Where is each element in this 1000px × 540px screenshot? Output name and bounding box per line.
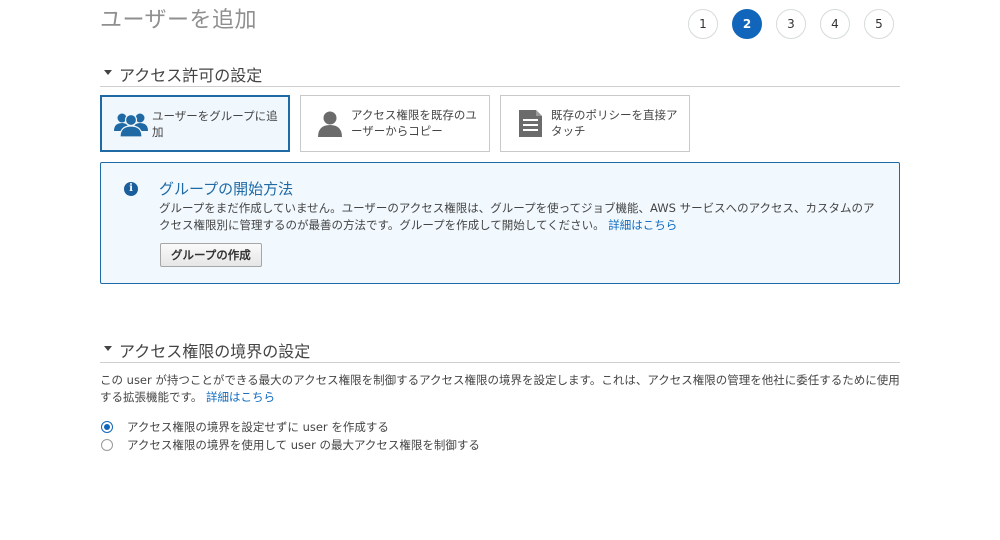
caret-down-icon (104, 70, 112, 75)
boundary-description-block: この user が持つことができる最大のアクセス権限を制御するアクセス権限の境界… (100, 372, 905, 406)
option-label: アクセス権限を既存のユーザーからコピー (351, 108, 477, 138)
option-add-to-group[interactable]: ユーザーをグループに追加 (100, 95, 290, 152)
caret-down-icon (104, 346, 112, 351)
radio-label: アクセス権限の境界を使用して user の最大アクセス権限を制御する (127, 438, 480, 452)
document-icon (519, 110, 542, 137)
user-icon (318, 111, 342, 137)
page-title: ユーザーを追加 (100, 8, 258, 33)
learn-more-link[interactable]: 詳細はこちら (608, 218, 677, 232)
info-title: グループの開始方法 (159, 180, 294, 198)
step-3[interactable]: 3 (776, 9, 806, 39)
group-info-box: i グループの開始方法 グループをまだ作成していません。ユーザーのアクセス権限は… (100, 162, 900, 284)
info-text: グループをまだ作成していません。ユーザーのアクセス権限は、グループを使ってジョブ… (159, 200, 884, 234)
wizard-steps: 1 2 3 4 5 (688, 9, 900, 39)
users-group-icon (114, 113, 148, 138)
option-copy-permissions[interactable]: アクセス権限を既存のユーザーからコピー (300, 95, 490, 152)
radio-label: アクセス権限の境界を設定せずに user を作成する (127, 420, 389, 434)
step-5[interactable]: 5 (864, 9, 894, 39)
step-2[interactable]: 2 (732, 9, 762, 39)
option-label: 既存のポリシーを直接アタッチ (551, 108, 678, 138)
info-description: グループをまだ作成していません。ユーザーのアクセス権限は、グループを使ってジョブ… (159, 201, 875, 232)
permissions-section-title: アクセス許可の設定 (119, 66, 263, 85)
step-4[interactable]: 4 (820, 9, 850, 39)
learn-more-link[interactable]: 詳細はこちら (206, 390, 275, 404)
radio-button[interactable] (101, 421, 113, 433)
option-label: ユーザーをグループに追加 (152, 109, 278, 139)
info-icon: i (124, 182, 138, 196)
radio-button[interactable] (101, 439, 113, 451)
boundary-section-title: アクセス権限の境界の設定 (119, 342, 311, 361)
permissions-section-header[interactable]: アクセス許可の設定 (100, 62, 900, 87)
create-group-button[interactable]: グループの作成 (160, 243, 262, 267)
boundary-section-header[interactable]: アクセス権限の境界の設定 (100, 338, 900, 363)
step-1[interactable]: 1 (688, 9, 718, 39)
option-attach-policies[interactable]: 既存のポリシーを直接アタッチ (500, 95, 690, 152)
